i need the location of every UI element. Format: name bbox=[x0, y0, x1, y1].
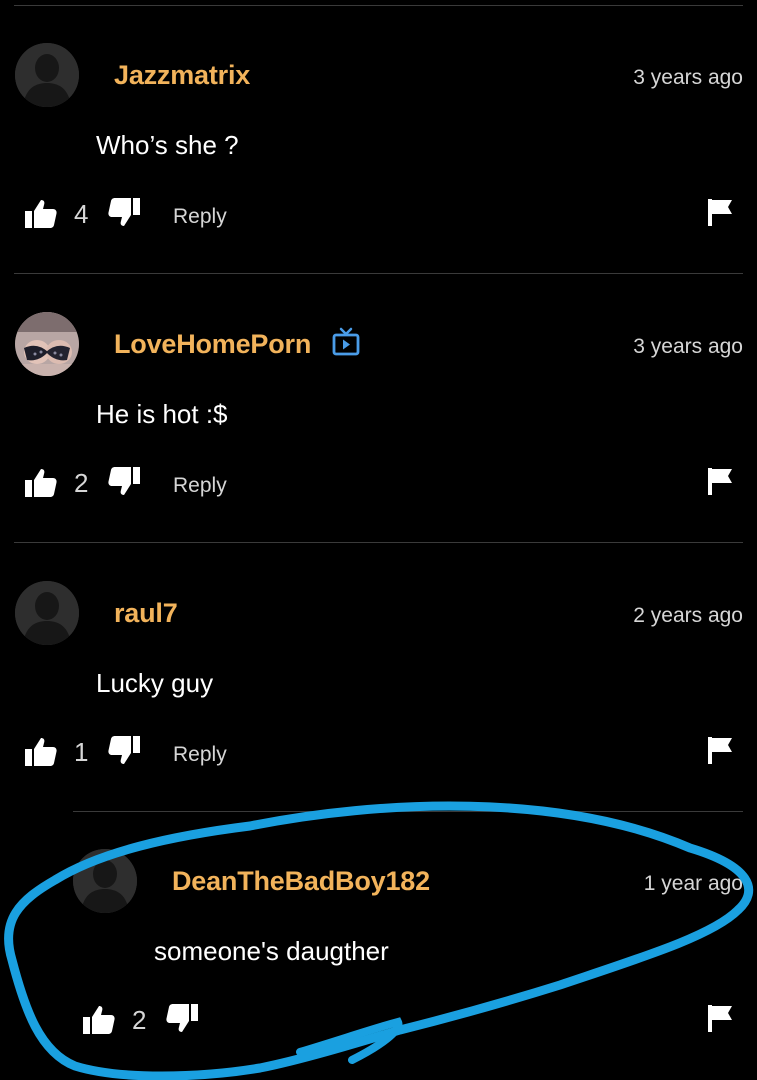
default-avatar[interactable] bbox=[15, 581, 79, 645]
thumbs-down-icon[interactable] bbox=[107, 195, 141, 229]
reply-comment-item: DeanTheBadBoy182 1 year ago someone's da… bbox=[0, 806, 757, 1074]
default-avatar[interactable] bbox=[15, 43, 79, 107]
flag-icon[interactable] bbox=[705, 197, 735, 227]
thumbs-up-icon[interactable] bbox=[24, 735, 58, 769]
flag-icon[interactable] bbox=[705, 466, 735, 496]
channel-tv-icon bbox=[331, 327, 361, 357]
comment-username[interactable]: raul7 bbox=[114, 598, 178, 629]
like-count: 2 bbox=[74, 468, 89, 498]
comment-text: someone's daugther bbox=[154, 936, 389, 966]
comment-username[interactable]: LoveHomePorn bbox=[114, 329, 311, 360]
like-count: 1 bbox=[74, 737, 89, 767]
like-count: 2 bbox=[132, 1005, 147, 1035]
comment-item: raul7 2 years ago Lucky guy 1 Reply bbox=[0, 538, 757, 806]
default-avatar[interactable] bbox=[73, 849, 137, 913]
comment-text: He is hot :$ bbox=[96, 399, 228, 429]
comment-timestamp: 3 years ago bbox=[633, 335, 743, 358]
comment-item: Jazzmatrix 3 years ago Who’s she ? 4 Rep… bbox=[0, 0, 757, 268]
comment-username[interactable]: Jazzmatrix bbox=[114, 60, 250, 91]
reply-button[interactable]: Reply bbox=[173, 743, 227, 767]
flag-icon[interactable] bbox=[705, 1003, 735, 1033]
thumbs-down-icon[interactable] bbox=[165, 1001, 199, 1035]
like-count: 4 bbox=[74, 199, 89, 229]
thumbs-down-icon[interactable] bbox=[107, 464, 141, 498]
comment-timestamp: 2 years ago bbox=[633, 604, 743, 627]
comment-text: Who’s she ? bbox=[96, 130, 239, 160]
flag-icon[interactable] bbox=[705, 735, 735, 765]
comment-username[interactable]: DeanTheBadBoy182 bbox=[172, 866, 430, 897]
thumbs-up-icon[interactable] bbox=[82, 1003, 116, 1037]
comment-timestamp: 3 years ago bbox=[633, 66, 743, 89]
thumbs-up-icon[interactable] bbox=[24, 197, 58, 231]
thumbs-up-icon[interactable] bbox=[24, 466, 58, 500]
reply-button[interactable]: Reply bbox=[173, 205, 227, 229]
comment-item: LoveHomePorn 3 years ago He is hot :$ 2 … bbox=[0, 269, 757, 537]
comment-text: Lucky guy bbox=[96, 668, 214, 698]
reply-button[interactable]: Reply bbox=[173, 474, 227, 498]
user-photo-avatar[interactable] bbox=[15, 312, 79, 376]
comment-timestamp: 1 year ago bbox=[643, 872, 743, 895]
thumbs-down-icon[interactable] bbox=[107, 733, 141, 767]
